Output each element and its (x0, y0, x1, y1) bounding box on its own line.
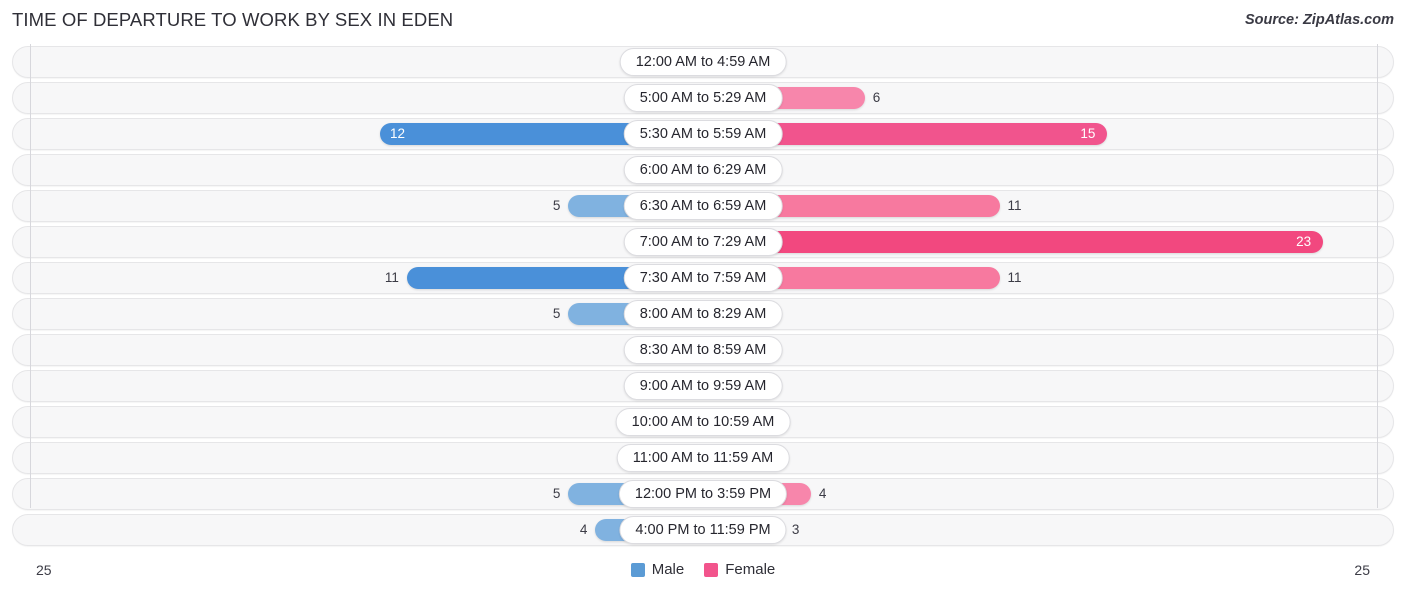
chart-row[interactable]: 0010:00 AM to 10:59 AM (0, 404, 1406, 440)
axis-line-left (30, 44, 31, 508)
page-title: TIME OF DEPARTURE TO WORK BY SEX IN EDEN (12, 9, 454, 30)
value-label-male: 4 (579, 522, 588, 537)
value-label-female: 11 (1007, 198, 1022, 213)
value-label-male: 5 (552, 486, 561, 501)
chart-row[interactable]: 508:00 AM to 8:29 AM (0, 296, 1406, 332)
category-label: 6:30 AM to 6:59 AM (623, 192, 783, 220)
category-label: 11:00 AM to 11:59 AM (616, 444, 790, 472)
category-label: 6:00 AM to 6:29 AM (623, 156, 783, 184)
chart-row[interactable]: 4 3 4:00 PM to 11:59 PM (0, 512, 1406, 548)
chart-row[interactable]: 5 11 6:30 AM to 6:59 AM (0, 188, 1406, 224)
chart-row[interactable]: 065:00 AM to 5:29 AM (0, 80, 1406, 116)
category-label: 8:30 AM to 8:59 AM (623, 336, 783, 364)
chart-row[interactable]: 009:00 AM to 9:59 AM (0, 368, 1406, 404)
value-label-female: 3 (791, 522, 800, 537)
category-label: 4:00 PM to 11:59 PM (619, 516, 787, 544)
value-label-male: 5 (552, 306, 561, 321)
category-label: 5:30 AM to 5:59 AM (623, 120, 783, 148)
value-label-male: 11 (384, 270, 399, 285)
category-label: 12:00 PM to 3:59 PM (618, 480, 788, 508)
chart-row[interactable]: 008:30 AM to 8:59 AM (0, 332, 1406, 368)
axis-line-right (1377, 44, 1378, 508)
legend-label-male: Male (651, 561, 685, 578)
value-label-female: 4 (818, 486, 827, 501)
chart-plot-area: 2112:00 AM to 4:59 AM065:00 AM to 5:29 A… (0, 44, 1406, 556)
source-attribution: Source: ZipAtlas.com (1244, 12, 1394, 28)
value-label-male: 5 (552, 198, 561, 213)
category-label: 12:00 AM to 4:59 AM (619, 48, 787, 76)
chart-header: TIME OF DEPARTURE TO WORK BY SEX IN EDEN… (0, 0, 1406, 40)
legend-item-female[interactable]: Female (704, 561, 775, 578)
value-label-male: 12 (389, 126, 405, 141)
chart-row[interactable]: 11 11 7:30 AM to 7:59 AM (0, 260, 1406, 296)
category-label: 7:30 AM to 7:59 AM (623, 264, 783, 292)
chart-row[interactable]: 2112:00 AM to 4:59 AM (0, 44, 1406, 80)
legend-swatch-male-icon (630, 562, 645, 577)
chart-footer: 25 25 Male Female (0, 556, 1406, 594)
chart-row[interactable]: 2237:00 AM to 7:29 AM (0, 224, 1406, 260)
chart-row[interactable]: 12 15 5:30 AM to 5:59 AM (0, 116, 1406, 152)
chart-legend: Male Female (0, 561, 1406, 578)
category-label: 5:00 AM to 5:29 AM (623, 84, 783, 112)
chart-row[interactable]: 5 4 12:00 PM to 3:59 PM (0, 476, 1406, 512)
value-label-female: 11 (1007, 270, 1022, 285)
chart-row[interactable]: 016:00 AM to 6:29 AM (0, 152, 1406, 188)
category-label: 7:00 AM to 7:29 AM (623, 228, 783, 256)
value-label-female: 6 (872, 90, 881, 105)
chart-row[interactable]: 0011:00 AM to 11:59 AM (0, 440, 1406, 476)
bar-female[interactable] (703, 231, 1324, 253)
chart-rows: 2112:00 AM to 4:59 AM065:00 AM to 5:29 A… (0, 44, 1406, 548)
category-label: 8:00 AM to 8:29 AM (623, 300, 783, 328)
legend-swatch-female-icon (704, 562, 719, 577)
category-label: 10:00 AM to 10:59 AM (615, 408, 791, 436)
chart-page: TIME OF DEPARTURE TO WORK BY SEX IN EDEN… (0, 0, 1406, 594)
legend-item-male[interactable]: Male (630, 561, 685, 578)
legend-label-female: Female (725, 561, 776, 578)
value-label-female: 15 (1080, 126, 1096, 141)
value-label-female: 23 (1296, 234, 1312, 249)
category-label: 9:00 AM to 9:59 AM (623, 372, 783, 400)
